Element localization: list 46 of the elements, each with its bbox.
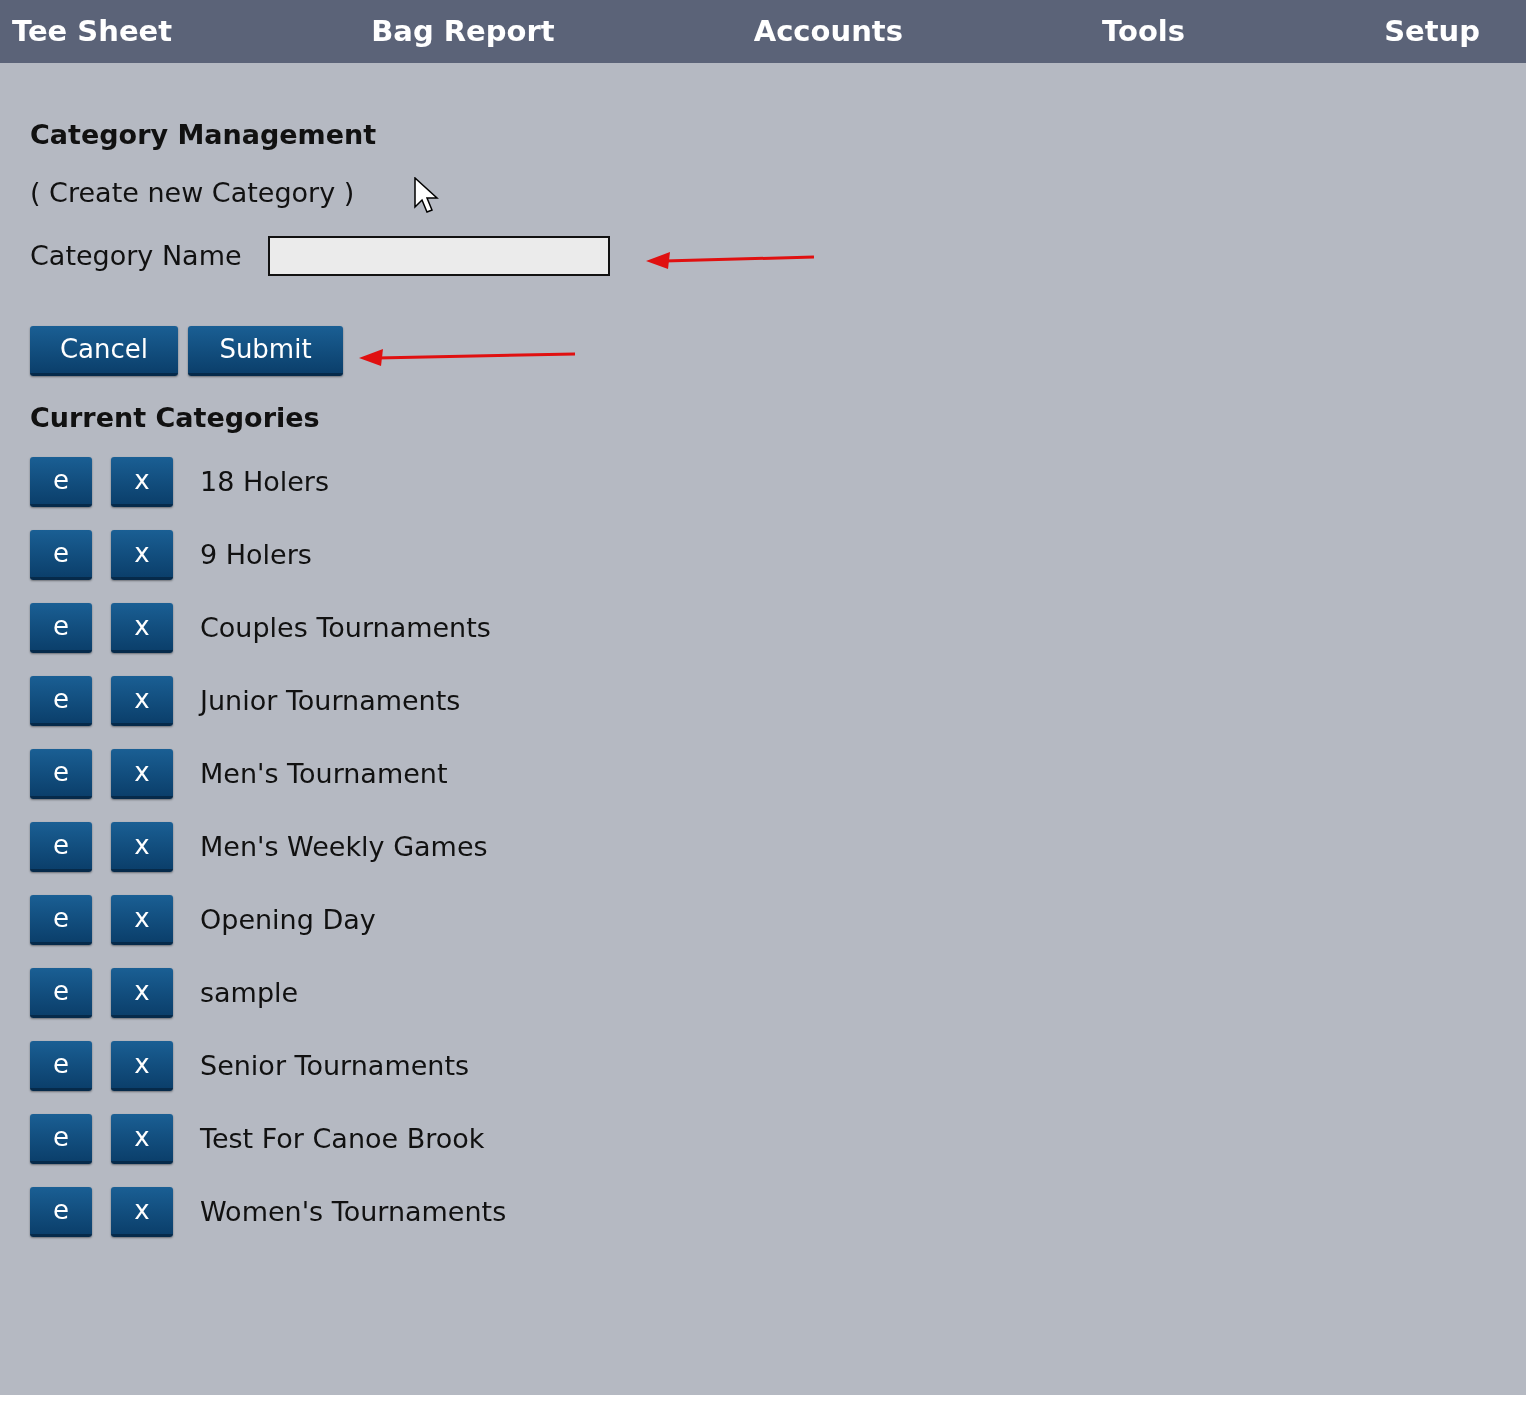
nav-link[interactable]: Tools [1102, 9, 1185, 54]
category-name: 9 Holers [200, 537, 312, 572]
cancel-button[interactable]: Cancel [30, 326, 178, 376]
delete-button[interactable]: x [111, 968, 173, 1018]
edit-button[interactable]: e [30, 530, 92, 580]
delete-button[interactable]: x [111, 1041, 173, 1091]
delete-button[interactable]: x [111, 895, 173, 945]
category-name: Junior Tournaments [200, 683, 461, 718]
nav-link[interactable]: Accounts [753, 9, 903, 54]
category-name: Women's Tournaments [200, 1194, 507, 1229]
nav-link[interactable]: Tee Sheet [12, 9, 173, 54]
cursor-icon [414, 177, 441, 215]
section-heading: Current Categories [30, 401, 321, 435]
edit-button[interactable]: e [30, 457, 92, 507]
delete-button[interactable]: x [111, 822, 173, 872]
edit-button[interactable]: e [30, 603, 92, 653]
category-name: Opening Day [200, 902, 376, 937]
delete-button[interactable]: x [111, 749, 173, 799]
category-name: Couples Tournaments [200, 610, 491, 645]
edit-button[interactable]: e [30, 895, 92, 945]
edit-button[interactable]: e [30, 822, 92, 872]
delete-button[interactable]: x [111, 1187, 173, 1237]
edit-button[interactable]: e [30, 1114, 92, 1164]
create-category-link[interactable]: ( Create new Category ) [30, 175, 355, 211]
edit-button[interactable]: e [30, 676, 92, 726]
delete-button[interactable]: x [111, 1114, 173, 1164]
delete-button[interactable]: x [111, 676, 173, 726]
delete-button[interactable]: x [111, 457, 173, 507]
category-name: Senior Tournaments [200, 1048, 470, 1083]
edit-button[interactable]: e [30, 749, 92, 799]
field-label: Category Name [30, 238, 242, 273]
category-name-input[interactable] [267, 236, 610, 276]
delete-button[interactable]: x [111, 530, 173, 580]
category-name: sample [200, 975, 299, 1010]
category-name: Test For Canoe Brook [200, 1121, 485, 1156]
edit-button[interactable]: e [30, 1041, 92, 1091]
nav-link[interactable]: Bag Report [371, 9, 555, 54]
category-name: Men's Weekly Games [200, 829, 488, 864]
category-name: Men's Tournament [200, 756, 448, 791]
category-name: 18 Holers [200, 464, 330, 499]
edit-button[interactable]: e [30, 1187, 92, 1237]
nav-link[interactable]: Setup [1384, 9, 1480, 54]
edit-button[interactable]: e [30, 968, 92, 1018]
delete-button[interactable]: x [111, 603, 173, 653]
submit-button[interactable]: Submit [188, 326, 343, 376]
page-heading: Category Management [30, 118, 378, 152]
